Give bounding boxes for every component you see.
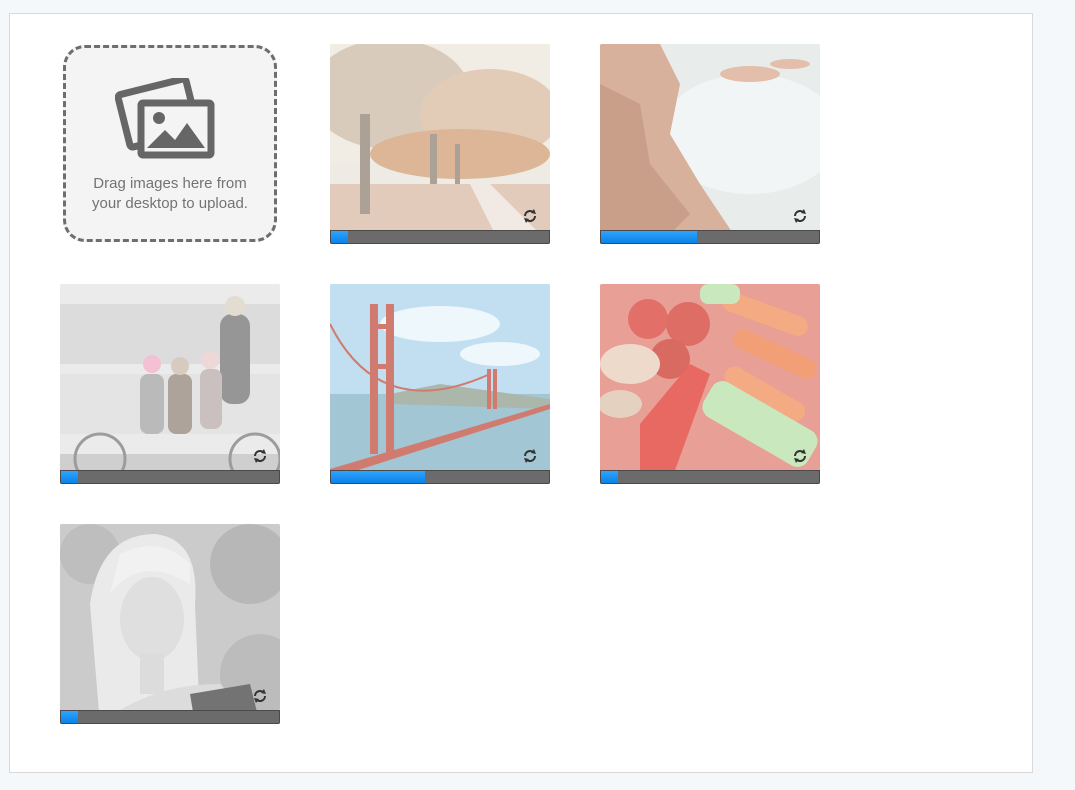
dropzone-text-line-1: Drag images here from — [93, 175, 247, 192]
refresh-icon[interactable] — [522, 448, 538, 464]
dropzone-instructions: Drag images here from your desktop to up… — [66, 174, 274, 214]
upload-progress-bar — [60, 710, 280, 724]
upload-progress-bar — [330, 230, 550, 244]
upload-item-2 — [600, 44, 820, 244]
upload-progress-fill — [601, 471, 619, 483]
upload-progress-bar — [600, 230, 820, 244]
upload-progress-fill — [331, 471, 425, 483]
refresh-icon[interactable] — [252, 448, 268, 464]
refresh-icon[interactable] — [522, 208, 538, 224]
refresh-icon[interactable] — [792, 448, 808, 464]
upload-progress-fill — [61, 711, 79, 723]
upload-progress-fill — [331, 231, 349, 243]
upload-item-5 — [600, 284, 820, 484]
upload-item-3 — [60, 284, 280, 484]
upload-progress-fill — [601, 231, 697, 243]
upload-item-1 — [330, 44, 550, 244]
upload-progress-fill — [61, 471, 79, 483]
image-dropzone[interactable]: Drag images here from your desktop to up… — [63, 45, 277, 242]
upload-item-4 — [330, 284, 550, 484]
refresh-icon[interactable] — [252, 688, 268, 704]
upload-item-6 — [60, 524, 280, 724]
upload-progress-bar — [330, 470, 550, 484]
upload-progress-bar — [60, 470, 280, 484]
upload-progress-bar — [600, 470, 820, 484]
refresh-icon[interactable] — [792, 208, 808, 224]
dropzone-text-line-2: your desktop to upload. — [92, 195, 248, 212]
photos-icon — [115, 78, 215, 159]
